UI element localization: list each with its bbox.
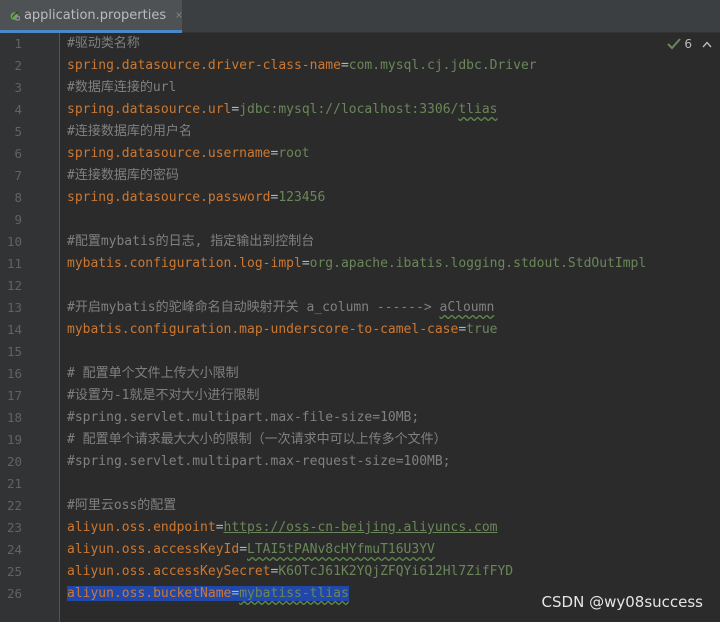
code-line[interactable]: #连接数据库的用户名	[67, 121, 192, 143]
property-key: spring.datasource.username	[67, 146, 271, 161]
line-number: 20	[6, 454, 22, 469]
code-line[interactable]: # 配置单个文件上传大小限制	[67, 363, 239, 385]
line-number: 4	[14, 102, 22, 117]
tab-application-properties[interactable]: application.properties	[0, 0, 182, 33]
property-value: true	[466, 322, 498, 337]
code-line[interactable]: aliyun.oss.accessKeySecret=K6OTcJ61K2YQj…	[67, 561, 513, 583]
code-line[interactable]: #驱动类名称	[67, 33, 140, 55]
line-number-gutter: 1 2 3 4 5 6 7 8 9 10 11 12 13 14 15 16 17 18 19 20 21 22 23 24 2…	[0, 33, 60, 622]
code-line[interactable]: spring.datasource.username=root	[67, 143, 310, 165]
property-key: spring.datasource.url	[67, 102, 232, 117]
equals-sign: =	[340, 58, 349, 73]
line-number: 21	[6, 476, 22, 491]
equals-sign: =	[239, 542, 248, 557]
inspection-widget[interactable]: 6	[667, 37, 712, 51]
property-value: mybatiss-tlias	[239, 586, 349, 601]
line-number: 2	[14, 58, 22, 73]
code-line[interactable]: spring.datasource.url=jdbc:mysql://local…	[67, 99, 498, 121]
code-line[interactable]: aliyun.oss.bucketName=mybatiss-tlias	[67, 583, 349, 605]
code-line[interactable]: #配置mybatis的日志, 指定输出到控制台	[67, 231, 314, 253]
property-key: mybatis.configuration.log-impl	[67, 256, 302, 271]
code-line[interactable]: aliyun.oss.endpoint=https://oss-cn-beiji…	[67, 517, 497, 539]
property-value: K6OTcJ61K2YQjZFQYi612Hl7ZifFYD	[278, 564, 514, 579]
comment-text: #阿里云oss的配置	[67, 498, 177, 513]
property-value: jdbc:mysql://localhost:3306/	[239, 102, 459, 117]
equals-sign: =	[458, 322, 467, 337]
comment-text: #spring.servlet.multipart.max-request-si…	[67, 454, 451, 469]
comment-text: #设置为-1就是不对大小进行限制	[67, 388, 260, 403]
line-number: 16	[6, 366, 22, 381]
comment-text: #spring.servlet.multipart.max-file-size=…	[67, 410, 420, 425]
property-value: com.mysql.cj.jdbc.Driver	[348, 58, 537, 73]
code-line[interactable]: #开启mybatis的驼峰命名自动映射开关 a_column ------> a…	[67, 297, 494, 319]
property-value: org.apache.ibatis.logging.stdout.StdOutI…	[309, 256, 647, 271]
line-number: 24	[6, 542, 22, 557]
line-number: 14	[6, 322, 22, 337]
spring-leaf-icon	[10, 11, 20, 20]
comment-text: #驱动类名称	[67, 36, 140, 51]
line-number: 22	[6, 498, 22, 513]
watermark: CSDN @wy08success	[541, 593, 703, 611]
comment-text: #连接数据库的密码	[67, 168, 179, 183]
code-line[interactable]: aliyun.oss.accessKeyId=LTAI5tPANv8cHYfmu…	[67, 539, 435, 561]
comment-text: #数据库连接的url	[67, 80, 177, 95]
chevron-up-icon[interactable]	[702, 40, 712, 48]
comment-text: #配置mybatis的日志, 指定输出到控制台	[67, 234, 315, 249]
line-number: 25	[6, 564, 22, 579]
comment-text: # 配置单个文件上传大小限制	[67, 366, 239, 381]
line-number: 17	[6, 388, 22, 403]
property-key: aliyun.oss.endpoint	[67, 520, 216, 535]
code-line[interactable]: spring.datasource.driver-class-name=com.…	[67, 55, 537, 77]
code-line[interactable]: mybatis.configuration.log-impl=org.apach…	[67, 253, 646, 275]
code-line[interactable]: #设置为-1就是不对大小进行限制	[67, 385, 259, 407]
tab-label: application.properties	[23, 7, 167, 23]
line-number: 11	[6, 256, 22, 271]
property-value[interactable]: https://oss-cn-beijing.aliyuncs.com	[224, 520, 498, 535]
line-number: 7	[14, 168, 22, 183]
line-number: 3	[14, 80, 22, 95]
check-icon	[667, 38, 682, 50]
property-key: spring.datasource.driver-class-name	[67, 58, 341, 73]
line-number: 1	[14, 36, 22, 51]
code-line[interactable]: #spring.servlet.multipart.max-request-si…	[67, 451, 451, 473]
equals-sign: =	[301, 256, 310, 271]
equals-sign: =	[215, 520, 224, 535]
property-value: tlias	[458, 102, 498, 117]
property-key: aliyun.oss.accessKeySecret	[67, 564, 271, 579]
line-number: 9	[14, 212, 22, 227]
line-number: 8	[14, 190, 22, 205]
property-key: aliyun.oss.accessKeyId	[67, 542, 240, 557]
code-line[interactable]: #数据库连接的url	[67, 77, 176, 99]
close-icon[interactable]	[176, 10, 182, 20]
comment-text: #开启mybatis的驼峰命名自动映射开关 a_column ------>	[67, 300, 440, 315]
comment-text: #连接数据库的用户名	[67, 124, 192, 139]
code-line[interactable]: #spring.servlet.multipart.max-file-size=…	[67, 407, 419, 429]
property-key: mybatis.configuration.map-underscore-to-…	[67, 322, 459, 337]
code-line[interactable]: mybatis.configuration.map-underscore-to-…	[67, 319, 497, 341]
line-number: 12	[6, 278, 22, 293]
comment-text: aCloumn	[439, 300, 495, 315]
line-number: 15	[6, 344, 22, 359]
code-line[interactable]: spring.datasource.password=123456	[67, 187, 325, 209]
line-number: 13	[6, 300, 22, 315]
inspection-count: 6	[684, 37, 692, 51]
comment-text: # 配置单个请求最大大小的限制（一次请求中可以上传多个文件）	[67, 432, 447, 447]
code-editor[interactable]: 1 2 3 4 5 6 7 8 9 10 11 12 13 14 15 16 17 18 19 20 21 22 23 24 2…	[0, 33, 720, 622]
code-line[interactable]: # 配置单个请求最大大小的限制（一次请求中可以上传多个文件）	[67, 429, 447, 451]
code-line[interactable]: #阿里云oss的配置	[67, 495, 176, 517]
line-number: 6	[14, 146, 22, 161]
property-key: aliyun.oss.bucketName	[67, 586, 232, 601]
property-value: LTAI5tPANv8cHYfmuT16U3YV	[247, 542, 435, 557]
line-number: 23	[6, 520, 22, 535]
line-number: 26	[6, 586, 22, 601]
line-number: 18	[6, 410, 22, 425]
code-line[interactable]: #连接数据库的密码	[67, 165, 179, 187]
line-number: 5	[14, 124, 22, 139]
line-number: 19	[6, 432, 22, 447]
property-key: spring.datasource.password	[67, 190, 271, 205]
line-number: 10	[6, 234, 22, 249]
editor-tab-bar: application.properties	[0, 0, 720, 33]
property-value: root	[278, 146, 310, 161]
property-value: 123456	[278, 190, 326, 205]
